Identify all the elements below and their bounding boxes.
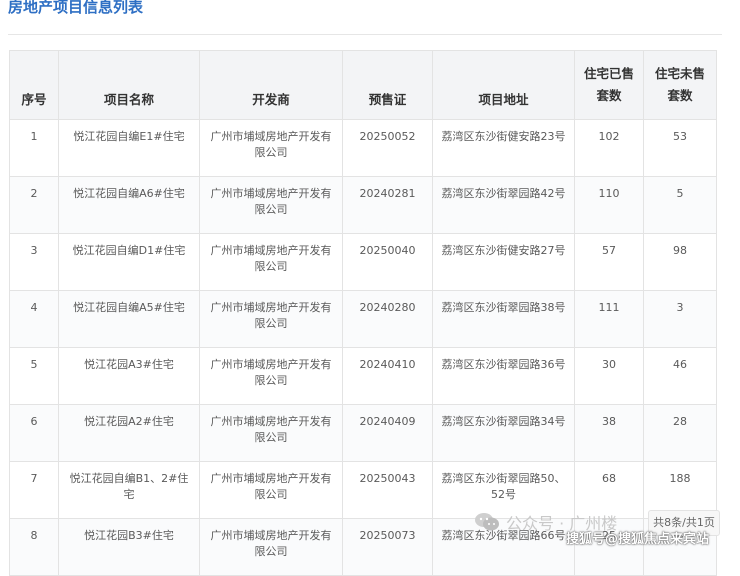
cell-developer: 广州市埔域房地产开发有限公司: [199, 119, 343, 177]
cell-no: 6: [9, 404, 59, 462]
cell-address: 荔湾区东沙街健安路27号: [432, 233, 575, 291]
cell-permit: 20240409: [342, 404, 433, 462]
wechat-icon: [475, 513, 499, 531]
table-row: 2 悦江花园自编A6#住宅 广州市埔域房地产开发有限公司 20240281 荔湾…: [9, 176, 717, 234]
cell-unsold: 5: [643, 176, 717, 234]
page-title: 房地产项目信息列表: [8, 0, 144, 16]
cell-permit: 20250052: [342, 119, 433, 177]
cell-name: 悦江花园自编A6#住宅: [58, 176, 200, 234]
cell-address: 荔湾区东沙街健安路23号: [432, 119, 575, 177]
cell-name: 悦江花园A3#住宅: [58, 347, 200, 405]
cell-no: 7: [9, 461, 59, 519]
cell-permit: 20250043: [342, 461, 433, 519]
cell-name: 悦江花园A2#住宅: [58, 404, 200, 462]
cell-no: 8: [9, 518, 59, 576]
cell-name: 悦江花园自编D1#住宅: [58, 233, 200, 291]
cell-sold: 111: [574, 290, 644, 348]
title-divider: [8, 34, 722, 35]
cell-permit: 20250073: [342, 518, 433, 576]
column-header-developer: 开发商: [199, 50, 343, 120]
cell-unsold: 46: [643, 347, 717, 405]
column-header-unsold: 住宅未售套数: [643, 50, 717, 120]
cell-address: 荔湾区东沙街翠园路42号: [432, 176, 575, 234]
table-row: 1 悦江花园自编E1#住宅 广州市埔域房地产开发有限公司 20250052 荔湾…: [9, 119, 717, 177]
cell-name: 悦江花园B3#住宅: [58, 518, 200, 576]
table-body: 1 悦江花园自编E1#住宅 广州市埔域房地产开发有限公司 20250052 荔湾…: [9, 119, 717, 576]
table-header-row: 序号 项目名称 开发商 预售证 项目地址 住宅已售套数 住宅未售套数: [9, 50, 717, 120]
column-header-no: 序号: [9, 50, 59, 120]
table-row: 4 悦江花园自编A5#住宅 广州市埔域房地产开发有限公司 20240280 荔湾…: [9, 290, 717, 348]
table-row: 6 悦江花园A2#住宅 广州市埔域房地产开发有限公司 20240409 荔湾区东…: [9, 404, 717, 462]
column-header-name: 项目名称: [58, 50, 200, 120]
column-header-permit: 预售证: [342, 50, 433, 120]
cell-unsold: 53: [643, 119, 717, 177]
cell-sold: 102: [574, 119, 644, 177]
source-watermark: 搜狐号@搜狐焦点来宾站: [566, 532, 710, 547]
cell-sold: 38: [574, 404, 644, 462]
cell-sold: 57: [574, 233, 644, 291]
cell-developer: 广州市埔域房地产开发有限公司: [199, 461, 343, 519]
table-header: 序号 项目名称 开发商 预售证 项目地址 住宅已售套数 住宅未售套数: [9, 50, 717, 120]
cell-permit: 20250040: [342, 233, 433, 291]
cell-permit: 20240410: [342, 347, 433, 405]
cell-no: 4: [9, 290, 59, 348]
column-header-address: 项目地址: [432, 50, 575, 120]
cell-unsold: 3: [643, 290, 717, 348]
cell-developer: 广州市埔域房地产开发有限公司: [199, 176, 343, 234]
cell-developer: 广州市埔域房地产开发有限公司: [199, 518, 343, 576]
cell-unsold: 98: [643, 233, 717, 291]
cell-address: 荔湾区东沙街翠园路38号: [432, 290, 575, 348]
cell-developer: 广州市埔域房地产开发有限公司: [199, 233, 343, 291]
cell-name: 悦江花园自编A5#住宅: [58, 290, 200, 348]
cell-name: 悦江花园自编E1#住宅: [58, 119, 200, 177]
cell-no: 1: [9, 119, 59, 177]
cell-no: 5: [9, 347, 59, 405]
cell-developer: 广州市埔域房地产开发有限公司: [199, 404, 343, 462]
cell-permit: 20240280: [342, 290, 433, 348]
cell-no: 3: [9, 233, 59, 291]
cell-permit: 20240281: [342, 176, 433, 234]
table-row: 5 悦江花园A3#住宅 广州市埔域房地产开发有限公司 20240410 荔湾区东…: [9, 347, 717, 405]
column-header-sold: 住宅已售套数: [574, 50, 644, 120]
cell-developer: 广州市埔域房地产开发有限公司: [199, 290, 343, 348]
cell-address: 荔湾区东沙街翠园路36号: [432, 347, 575, 405]
cell-sold: 30: [574, 347, 644, 405]
cell-sold: 110: [574, 176, 644, 234]
cell-no: 2: [9, 176, 59, 234]
table-row: 3 悦江花园自编D1#住宅 广州市埔域房地产开发有限公司 20250040 荔湾…: [9, 233, 717, 291]
cell-developer: 广州市埔域房地产开发有限公司: [199, 347, 343, 405]
cell-name: 悦江花园自编B1、2#住宅: [58, 461, 200, 519]
project-info-table: 序号 项目名称 开发商 预售证 项目地址 住宅已售套数 住宅未售套数 1 悦江花…: [9, 50, 717, 576]
cell-address: 荔湾区东沙街翠园路34号: [432, 404, 575, 462]
cell-unsold: 28: [643, 404, 717, 462]
